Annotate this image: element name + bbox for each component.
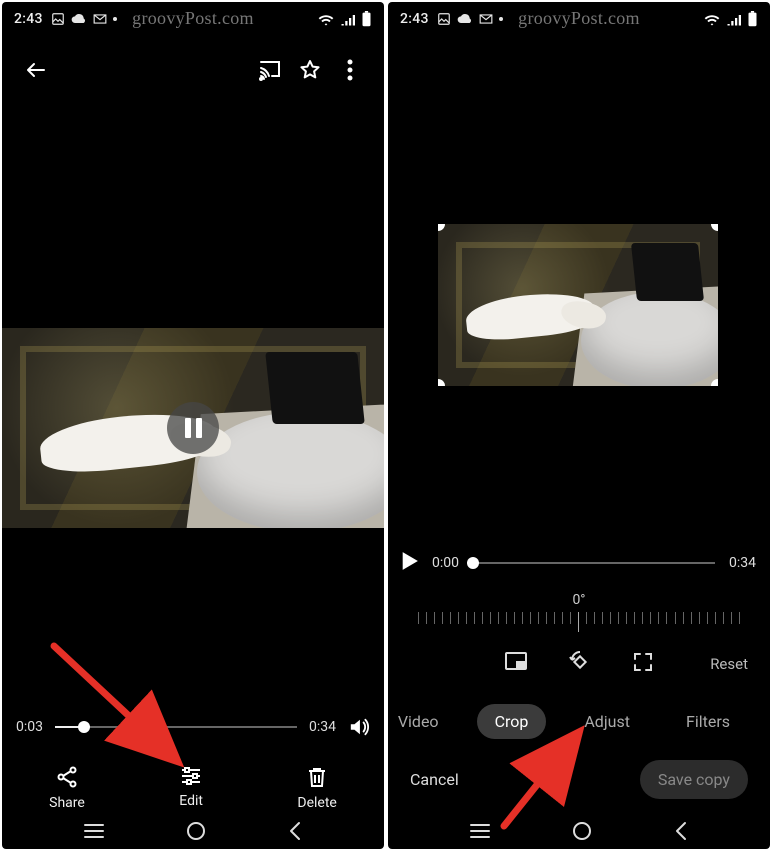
delete-label: Delete: [297, 795, 336, 811]
video-preview[interactable]: [2, 328, 384, 528]
edit-tabs: Video Crop Adjust Filters: [388, 704, 770, 739]
nav-bar: [388, 813, 770, 849]
more-vert-icon: [347, 59, 353, 81]
status-bar: 2:43: [2, 2, 384, 36]
rotate-button[interactable]: [568, 650, 592, 678]
status-clock: 2:43: [14, 11, 43, 27]
battery-icon: [361, 11, 372, 27]
rotate-icon: [568, 650, 592, 674]
nav-recents-icon[interactable]: [83, 822, 105, 840]
more-dot-icon: [499, 17, 503, 21]
battery-icon: [747, 11, 758, 27]
screenshot-right: 2:43 groovyPost.com: [388, 2, 770, 849]
wifi-icon: [318, 13, 334, 26]
delete-button[interactable]: Delete: [297, 765, 336, 811]
scrubber-total: 0:34: [309, 719, 336, 735]
edit-footer: Cancel Save copy: [388, 760, 770, 799]
rotation-degrees: 0°: [388, 592, 770, 608]
nav-bar: [2, 813, 384, 849]
nav-recents-icon[interactable]: [469, 822, 491, 840]
share-button[interactable]: Share: [49, 765, 85, 811]
play-icon: [402, 552, 418, 570]
gmail-icon: [93, 13, 107, 25]
expand-button[interactable]: [632, 651, 654, 677]
play-button[interactable]: [402, 552, 418, 574]
pause-button[interactable]: [167, 402, 219, 454]
arrow-left-icon: [24, 58, 48, 82]
crop-tools: Reset: [388, 650, 770, 678]
nav-home-icon[interactable]: [572, 821, 592, 841]
image-icon: [437, 12, 451, 26]
trash-icon: [306, 765, 328, 789]
screenshot-left: 2:43 groovyPost.com: [2, 2, 384, 849]
tab-filters[interactable]: Filters: [668, 704, 748, 739]
scrubber[interactable]: 0:03 0:34: [16, 717, 370, 737]
status-bar: 2:43: [388, 2, 770, 36]
image-icon: [51, 12, 65, 26]
nav-home-icon[interactable]: [186, 821, 206, 841]
edit-scrubber[interactable]: 0:00 0:34: [402, 552, 756, 574]
star-icon: [298, 58, 322, 82]
cloud-icon: [71, 13, 87, 25]
edit-button[interactable]: Edit: [179, 765, 203, 811]
scrubber-track[interactable]: [473, 562, 715, 564]
crop-preview[interactable]: [438, 224, 718, 386]
nav-back-icon[interactable]: [673, 821, 689, 841]
cast-icon: [258, 59, 282, 81]
sliders-icon: [179, 765, 203, 787]
tab-adjust[interactable]: Adjust: [566, 704, 648, 739]
scrubber-track[interactable]: [55, 726, 297, 728]
more-dot-icon: [113, 17, 117, 21]
signal-icon: [340, 13, 355, 26]
aspect-button[interactable]: [504, 651, 528, 677]
save-copy-button[interactable]: Save copy: [640, 760, 748, 799]
top-bar: [2, 48, 384, 92]
scrubber-current: 0:03: [16, 719, 43, 735]
expand-icon: [632, 651, 654, 673]
overflow-button[interactable]: [330, 50, 370, 90]
edit-label: Edit: [179, 793, 203, 809]
bottom-actions: Share Edit Delete: [2, 765, 384, 811]
share-label: Share: [49, 795, 85, 811]
rotation-ruler[interactable]: [418, 612, 740, 642]
cast-button[interactable]: [250, 50, 290, 90]
gmail-icon: [479, 13, 493, 25]
cloud-icon: [457, 13, 473, 25]
cancel-button[interactable]: Cancel: [410, 770, 459, 789]
reset-button[interactable]: Reset: [710, 655, 748, 673]
share-icon: [55, 765, 79, 789]
scrubber-current: 0:00: [432, 555, 459, 571]
aspect-icon: [504, 651, 528, 673]
wifi-icon: [704, 13, 720, 26]
scrubber-total: 0:34: [729, 555, 756, 571]
status-clock: 2:43: [400, 11, 429, 27]
tab-crop[interactable]: Crop: [477, 704, 547, 739]
back-button[interactable]: [16, 50, 56, 90]
video-scene: [438, 224, 718, 386]
nav-back-icon[interactable]: [287, 821, 303, 841]
tab-video[interactable]: Video: [388, 704, 457, 739]
signal-icon: [726, 13, 741, 26]
favorite-button[interactable]: [290, 50, 330, 90]
volume-icon[interactable]: [348, 717, 370, 737]
